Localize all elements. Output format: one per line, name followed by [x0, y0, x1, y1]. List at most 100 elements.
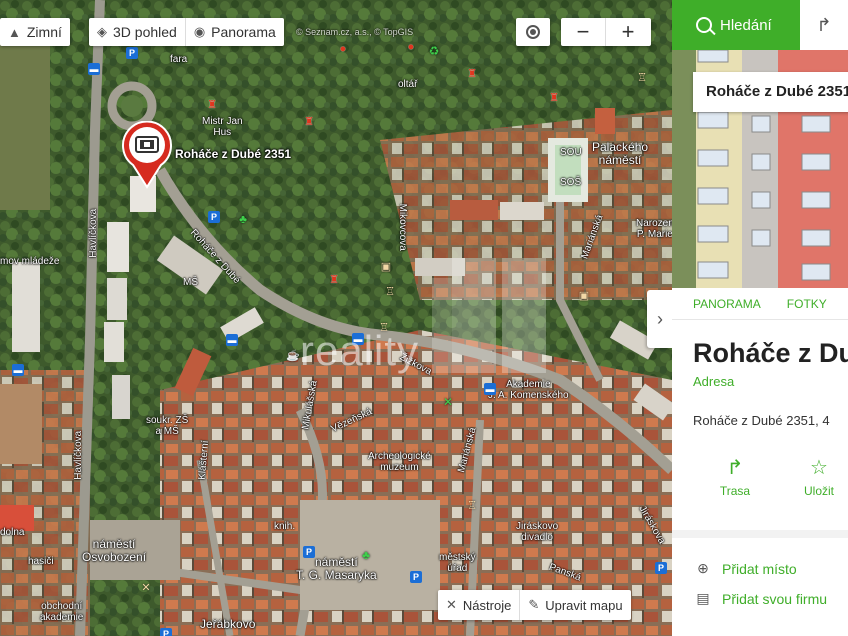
- shop-icon[interactable]: ▣: [578, 290, 590, 302]
- map-app: fara oltář Mistr Jan Hus Palackého náměs…: [0, 0, 848, 636]
- chevron-right-icon: ›: [657, 308, 663, 329]
- label-jiraskovo-divadlo: Jiráskovo divadlo: [516, 521, 559, 543]
- search-icon: [696, 17, 716, 36]
- map-attribution: © Seznam.cz, a.s., © TopGIS: [296, 27, 414, 37]
- label-ms-north: MŠ: [183, 277, 198, 288]
- 3d-view-label: 3D pohled: [113, 24, 177, 40]
- place-type: Adresa: [693, 374, 735, 389]
- route-arrow-icon: ↱: [726, 457, 744, 479]
- add-business-icon: ▤: [696, 590, 710, 606]
- tools-button[interactable]: ✕ Nástroje: [438, 590, 519, 620]
- label-palackeho-namesti: Palackého náměstí: [592, 140, 649, 167]
- shop-icon[interactable]: ♖: [466, 500, 478, 512]
- label-obchodni-akademie: obchodní akademie: [40, 601, 84, 623]
- cube-icon: ◈: [97, 24, 107, 39]
- save-button[interactable]: ☆ Uložit: [789, 455, 848, 498]
- recycling-icon[interactable]: ♻: [428, 45, 440, 57]
- side-panel: Hledání ↱ Roháče z Dubé 2351 PANORAMA FO…: [672, 0, 848, 636]
- edit-map-button[interactable]: ✎ Upravit mapu: [520, 590, 630, 620]
- parking-icon[interactable]: P: [655, 562, 667, 574]
- add-place-label: Přidat místo: [722, 560, 797, 577]
- target-icon: [526, 25, 540, 39]
- bus-stop-icon[interactable]: ▬: [88, 63, 100, 75]
- bus-stop-icon[interactable]: ▬: [12, 364, 24, 376]
- tree-icon[interactable]: ♣: [360, 549, 372, 561]
- search-tab-label: Hledání: [720, 16, 772, 34]
- panorama-button[interactable]: ◉ Panorama: [186, 18, 284, 46]
- zoom-out-button[interactable]: −: [561, 18, 605, 46]
- parking-icon[interactable]: P: [126, 47, 138, 59]
- monument-icon[interactable]: ♜: [303, 116, 315, 128]
- edit-map-label: Upravit mapu: [545, 597, 623, 613]
- label-knihovna: knih.: [274, 521, 296, 532]
- tools-icon: ✕: [446, 597, 457, 612]
- tab-photos[interactable]: FOTKY: [787, 297, 827, 311]
- tree-icon[interactable]: ♣: [237, 213, 249, 225]
- label-akademie: Akademie J. A. Komenského: [488, 379, 569, 401]
- route-button[interactable]: ↱ Trasa: [705, 455, 765, 498]
- zoom-controls: − +: [561, 18, 651, 46]
- parking-icon[interactable]: P: [208, 211, 220, 223]
- parking-icon[interactable]: P: [410, 571, 422, 583]
- label-sou: SOU: [560, 147, 582, 158]
- place-address: Roháče z Dubé 2351, 4: [693, 413, 830, 428]
- winter-label: Zimní: [26, 24, 62, 40]
- label-dolna: dolna: [0, 527, 25, 538]
- wine-icon[interactable]: ♖: [636, 72, 648, 84]
- label-namesti-osvobozeni: náměstí Osvobození: [82, 537, 147, 564]
- tools-label: Nástroje: [462, 597, 512, 613]
- divider: [672, 530, 848, 538]
- locate-me-button[interactable]: [516, 18, 550, 46]
- tab-panorama[interactable]: PANORAMA: [693, 297, 761, 311]
- label-soukr-zs-ms: soukr. ZŠ a MŠ: [146, 415, 189, 437]
- route-arrow-icon: ↱: [816, 14, 832, 35]
- label-domov-mladeze: mov mládeže: [0, 256, 60, 267]
- label-sos: SOŠ: [560, 177, 582, 188]
- monument-icon[interactable]: ●: [405, 41, 417, 53]
- zoom-in-button[interactable]: +: [606, 18, 650, 46]
- collapse-panel-button[interactable]: ›: [647, 290, 673, 348]
- label-mestsky-urad: městský úřad: [439, 552, 476, 574]
- church-icon[interactable]: ♜: [548, 92, 560, 104]
- label-jerabkovo: Jeřábkovo: [200, 617, 256, 631]
- detail-tabs: PANORAMA FOTKY P: [672, 288, 848, 320]
- photo-title: Roháče z Dubé 2351: [693, 72, 848, 112]
- street-mikovcova: Mikovcova: [396, 203, 408, 251]
- route-tab[interactable]: ↱: [800, 0, 848, 50]
- 3d-view-button[interactable]: ◈ 3D pohled: [89, 18, 185, 46]
- add-place-link[interactable]: ⊕ Přidat místo: [694, 560, 797, 577]
- parking-icon[interactable]: P: [303, 546, 315, 558]
- label-narozeni: Narozen P. Marie: [636, 218, 674, 240]
- mountain-icon: ▲: [8, 24, 21, 40]
- label-mistr-jan-hus: Mistr Jan Hus: [202, 116, 243, 138]
- monument-icon[interactable]: ●: [337, 43, 349, 55]
- add-place-icon: ⊕: [697, 560, 709, 576]
- label-hasici: hasiči: [28, 556, 54, 567]
- church-icon[interactable]: ♜: [466, 68, 478, 80]
- panorama-label: Panorama: [211, 24, 276, 40]
- pencil-icon: ✎: [528, 597, 540, 612]
- label-fara: fara: [170, 54, 188, 65]
- school-icon[interactable]: ✕: [442, 396, 454, 408]
- parking-icon[interactable]: P: [160, 628, 172, 636]
- eye-icon: ◉: [193, 24, 206, 39]
- tools-map-icon[interactable]: ✕: [140, 582, 152, 594]
- add-business-label: Přidat svou firmu: [722, 590, 828, 607]
- bus-stop-icon[interactable]: ▬: [484, 383, 496, 395]
- save-label: Uložit: [803, 484, 834, 498]
- view-mode-group: ◈ 3D pohled ◉ Panorama: [89, 18, 284, 46]
- label-archeologicke-muzeum: Archeologické muzeum: [368, 451, 431, 473]
- street-havlickova-south: Havlíčkova: [73, 430, 85, 480]
- bus-stop-icon[interactable]: ▬: [226, 334, 238, 346]
- street-havlickova-north: Havlíčkova: [88, 208, 100, 258]
- add-business-link[interactable]: ▤ Přidat svou firmu: [694, 590, 827, 607]
- watermark-text: reality: [300, 327, 420, 374]
- church-icon[interactable]: ♜: [206, 99, 218, 111]
- place-name: Roháče z Dubé: [693, 338, 848, 368]
- label-oltar: oltář: [398, 79, 418, 90]
- winter-map-button[interactable]: ▲ Zimní: [0, 18, 70, 46]
- map-tools-bar: ✕ Nástroje ✎ Upravit mapu: [438, 590, 631, 620]
- marker-label: Roháče z Dubé 2351: [175, 147, 292, 161]
- search-tab[interactable]: Hledání: [672, 0, 800, 50]
- location-marker[interactable]: [121, 121, 173, 189]
